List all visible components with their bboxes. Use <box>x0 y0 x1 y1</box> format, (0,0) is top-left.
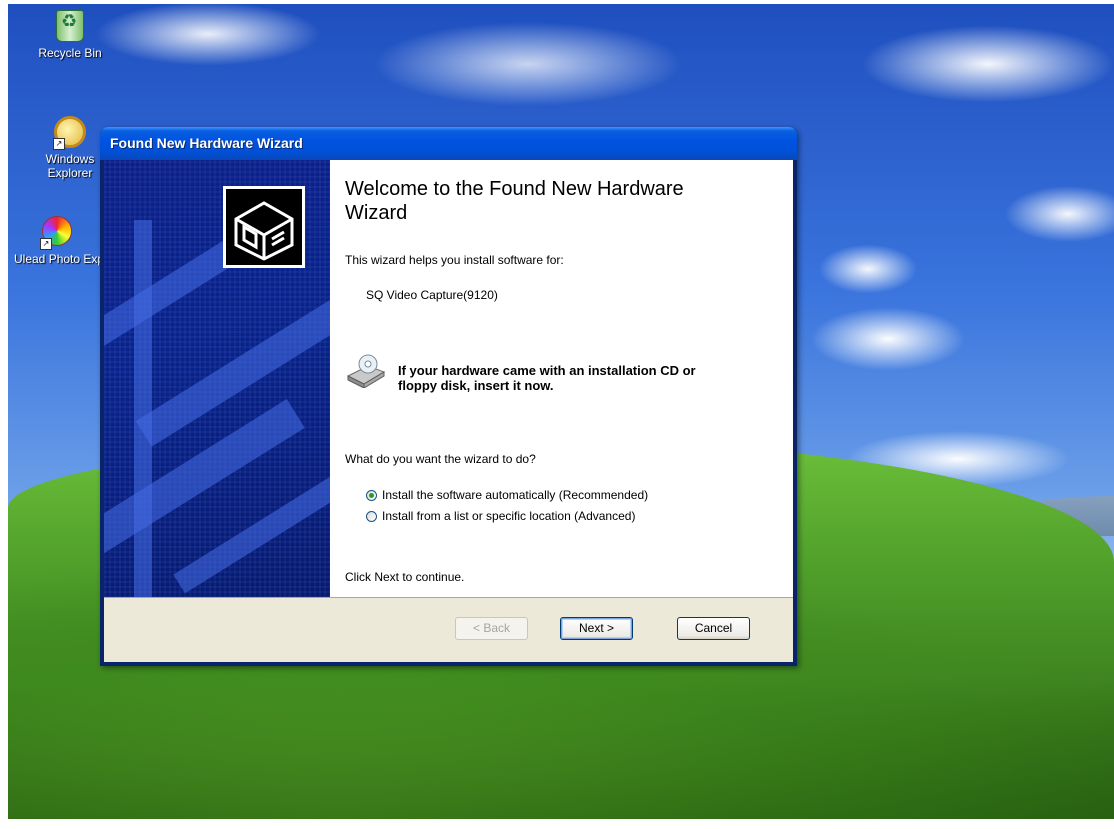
desktop-icon-label: Windows Explorer <box>45 152 95 180</box>
title-bar[interactable]: Found New Hardware Wizard <box>100 127 797 160</box>
next-button[interactable]: Next > <box>560 617 633 640</box>
back-button[interactable]: < Back <box>455 617 528 640</box>
continue-text: Click Next to continue. <box>345 570 465 584</box>
wizard-client-area: Welcome to the Found New Hardware Wizard… <box>104 160 793 662</box>
device-name: SQ Video Capture(9120) <box>366 288 498 302</box>
desktop-icon-recycle-bin[interactable]: Recycle Bin <box>30 10 110 60</box>
shortcut-arrow-icon: ↗ <box>53 138 65 150</box>
wizard-button-bar: < Back Next > Cancel <box>104 597 793 662</box>
radio-button[interactable] <box>366 510 377 522</box>
radio-button-selected[interactable] <box>366 489 377 501</box>
cd-prompt: If your hardware came with an installati… <box>398 363 696 393</box>
wizard-content: Welcome to the Found New Hardware Wizard… <box>330 160 793 598</box>
wizard-heading: Welcome to the Found New Hardware Wizard <box>345 178 684 224</box>
cd-drive-icon <box>346 354 386 389</box>
found-new-hardware-wizard-window: Found New Hardware Wizard Welcome to the… <box>100 127 797 666</box>
option-install-from-list[interactable]: Install from a list or specific location… <box>366 508 635 524</box>
option-label: Install the software automatically (Reco… <box>382 488 649 502</box>
intro-text: This wizard helps you install software f… <box>345 253 564 267</box>
wizard-question: What do you want the wizard to do? <box>345 452 536 466</box>
desktop-icon-label: Ulead Photo Express 3.0 S <box>14 252 106 266</box>
option-label: Install from a list or specific location… <box>382 509 636 523</box>
desktop-icon-windows-explorer[interactable]: ↗ Windows Explorer <box>30 116 110 180</box>
desktop-icon-ulead-photo-express[interactable]: ↗ Ulead Photo Express 3.0 S <box>8 216 106 266</box>
ulead-photo-express-icon: ↗ <box>40 216 74 250</box>
wizard-side-banner <box>104 160 330 598</box>
hardware-icon <box>223 186 305 268</box>
recycle-bin-icon <box>53 10 87 44</box>
shortcut-arrow-icon: ↗ <box>40 238 52 250</box>
window-title: Found New Hardware Wizard <box>110 135 303 151</box>
cancel-button[interactable]: Cancel <box>677 617 750 640</box>
desktop-icon-label: Recycle Bin <box>38 46 102 60</box>
option-install-automatically[interactable]: Install the software automatically (Reco… <box>366 487 648 503</box>
windows-explorer-icon: ↗ <box>53 116 87 150</box>
